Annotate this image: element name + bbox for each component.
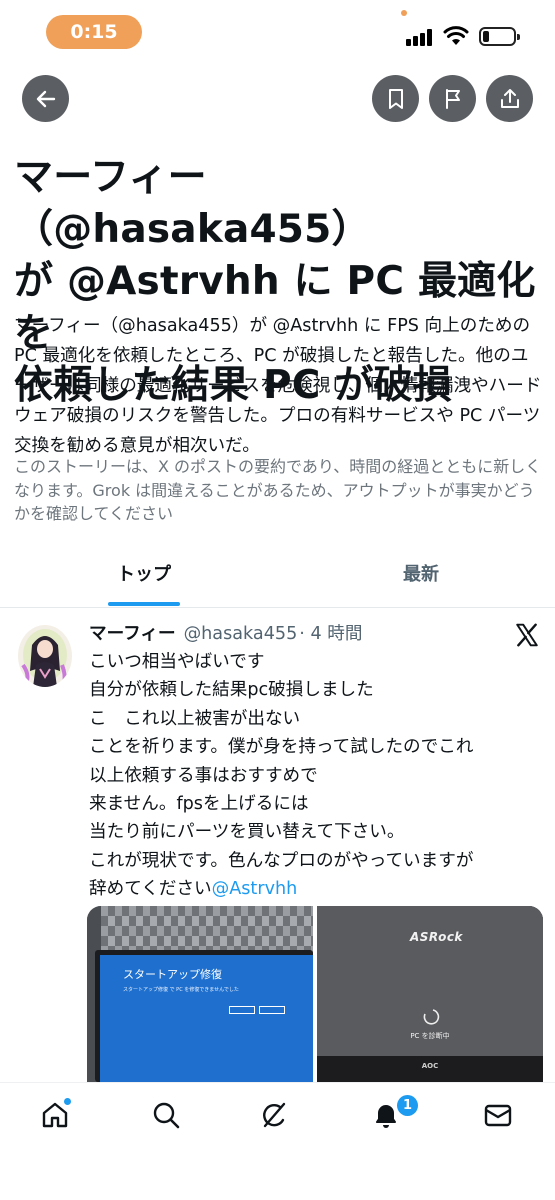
nav-search[interactable] — [150, 1099, 186, 1135]
active-tab-indicator — [108, 602, 180, 606]
author-name[interactable]: マーフィー — [89, 624, 176, 644]
tweet-line-last: 辞めてください@Astrvhh — [89, 875, 549, 903]
story-summary: マーフィー（@hasaka455）が @Astrvhh に FPS 向上のための… — [14, 316, 542, 456]
tweet-line-text: 辞めてください — [89, 879, 212, 900]
bottom-navigation — [0, 1082, 555, 1200]
advanced-options-button — [259, 1006, 285, 1014]
status-bar: 0:15 — [0, 0, 555, 62]
x-logo-icon — [516, 623, 538, 647]
status-time: 0:15 — [46, 15, 142, 49]
share-icon — [500, 88, 519, 108]
monitor-brand: AOC — [421, 1062, 439, 1070]
tweet-text: こいつ相当やばいです 自分が依頼した結果pc破損しました こ これ以上被害が出な… — [89, 648, 549, 904]
bookmark-button[interactable] — [372, 75, 419, 122]
shutdown-button — [229, 1006, 255, 1014]
avatar[interactable] — [18, 625, 72, 687]
nav-home[interactable] — [39, 1099, 75, 1135]
nav-grok[interactable] — [258, 1099, 294, 1135]
privacy-indicator — [401, 10, 407, 16]
media-photo-diagnosing[interactable]: ASRock PC を診断中 AOC — [317, 906, 543, 1082]
tweet-time: · 4 時間 — [299, 624, 363, 644]
tweet-line: これが現状です。色んなプロのがやっていますが — [89, 850, 474, 871]
report-button[interactable] — [429, 75, 476, 122]
notification-badge: 1 — [397, 1095, 418, 1116]
diagnosing-text: PC を診断中 — [410, 1032, 450, 1040]
startup-repair-title: スタートアップ修復 — [123, 968, 222, 981]
bookmark-icon — [388, 88, 403, 109]
back-button[interactable] — [22, 75, 69, 122]
tweet-header: マーフィー @hasaka455 · 4 時間 — [89, 620, 509, 648]
tweet-line: こ これ以上被害が出ない — [89, 708, 301, 729]
tweet-line: 当たり前にパーツを買い替えて下さい。 — [89, 822, 405, 843]
battery-icon — [479, 27, 520, 46]
tweet-line: ことを祈ります。僕が身を持って試したのでこれ — [89, 737, 474, 758]
wifi-icon — [443, 26, 469, 45]
cellular-signal-icon — [406, 28, 436, 46]
mention-link[interactable]: @Astrvhh — [212, 879, 298, 899]
flag-icon — [445, 88, 460, 109]
story-tabs: トップ 最新 — [0, 545, 555, 608]
tab-top[interactable]: トップ — [89, 545, 199, 607]
home-unread-dot — [64, 1098, 71, 1105]
grok-icon — [263, 1102, 286, 1128]
tweet-line: 来ません。fpsを上げるには — [89, 794, 309, 815]
author-handle[interactable]: @hasaka455 — [184, 624, 298, 644]
share-button[interactable] — [486, 75, 533, 122]
tweet-media[interactable]: スタートアップ修復 スタートアップ修復 で PC を修復できませんでした ASR… — [87, 906, 543, 1082]
tweet-line: こいつ相当やばいです — [89, 652, 265, 672]
messages-icon — [484, 1104, 512, 1127]
headline-line: マーフィー（@hasaka455） — [14, 155, 371, 252]
tab-latest[interactable]: 最新 — [366, 545, 476, 607]
tweet-line: 自分が依頼した結果pc破損しました — [89, 680, 374, 701]
tweet-line: 以上依頼する事はおすすめで — [89, 765, 318, 786]
arrow-left-icon — [36, 90, 55, 107]
search-icon — [153, 1102, 180, 1129]
startup-repair-message: スタートアップ修復 で PC を修復できませんでした — [123, 987, 239, 993]
asrock-logo: ASRock — [410, 930, 463, 944]
grok-disclaimer: このストーリーは、X のポストの要約であり、時間の経過とともに新しくなります。G… — [14, 457, 542, 523]
nav-messages[interactable] — [482, 1099, 518, 1135]
media-photo-startup-repair[interactable]: スタートアップ修復 スタートアップ修復 で PC を修復できませんでした — [87, 906, 313, 1082]
